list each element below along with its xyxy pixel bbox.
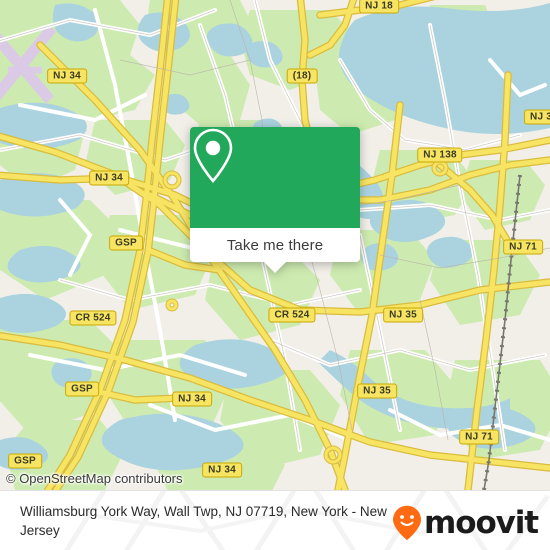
footer-bar: Williamsburg York Way, Wall Twp, NJ 0771… — [0, 490, 550, 550]
road-shield: GSP — [8, 453, 42, 469]
moovit-logo[interactable]: moovit — [392, 504, 539, 541]
road-shield: NJ 71 — [503, 239, 543, 255]
road-shield: NJ 35 — [383, 307, 423, 323]
take-me-there-label: Take me there — [226, 236, 324, 254]
address-label: Williamsburg York Way, Wall Twp, NJ 0771… — [20, 504, 387, 538]
road-shield: NJ 34 — [202, 462, 242, 478]
road-shield: CR 524 — [268, 307, 316, 323]
moovit-smiley-pin-icon — [393, 505, 422, 541]
destination-callout-card[interactable]: Take me there — [190, 127, 360, 273]
road-shield: NJ 34 — [47, 68, 87, 84]
road-shield: NJ 138 — [417, 147, 463, 163]
callout-marker-panel — [190, 127, 360, 228]
road-shield: GSP — [65, 381, 99, 397]
road-shield: NJ 71 — [459, 429, 499, 445]
road-shield: NJ 35 — [357, 383, 397, 399]
osm-attribution[interactable]: © OpenStreetMap contributors — [6, 471, 183, 486]
moovit-wordmark: moovit — [424, 504, 539, 541]
map-canvas[interactable]: NJ 18 NJ 34 (18) NJ 3 NJ 138 NJ 34 NJ 71… — [0, 0, 550, 490]
road-shield: (18) — [286, 68, 318, 84]
map-pin-icon — [193, 128, 233, 183]
road-shield: CR 524 — [69, 310, 117, 326]
map-screenshot: NJ 18 NJ 34 (18) NJ 3 NJ 138 NJ 34 NJ 71… — [0, 0, 550, 550]
road-shield: NJ 34 — [89, 170, 129, 186]
road-shield: NJ 34 — [172, 391, 212, 407]
callout-tail — [264, 262, 286, 273]
road-shield: NJ 18 — [359, 0, 399, 14]
road-shield: NJ 3 — [524, 109, 550, 125]
road-shield: GSP — [109, 235, 143, 251]
take-me-there-button[interactable]: Take me there — [190, 228, 360, 262]
